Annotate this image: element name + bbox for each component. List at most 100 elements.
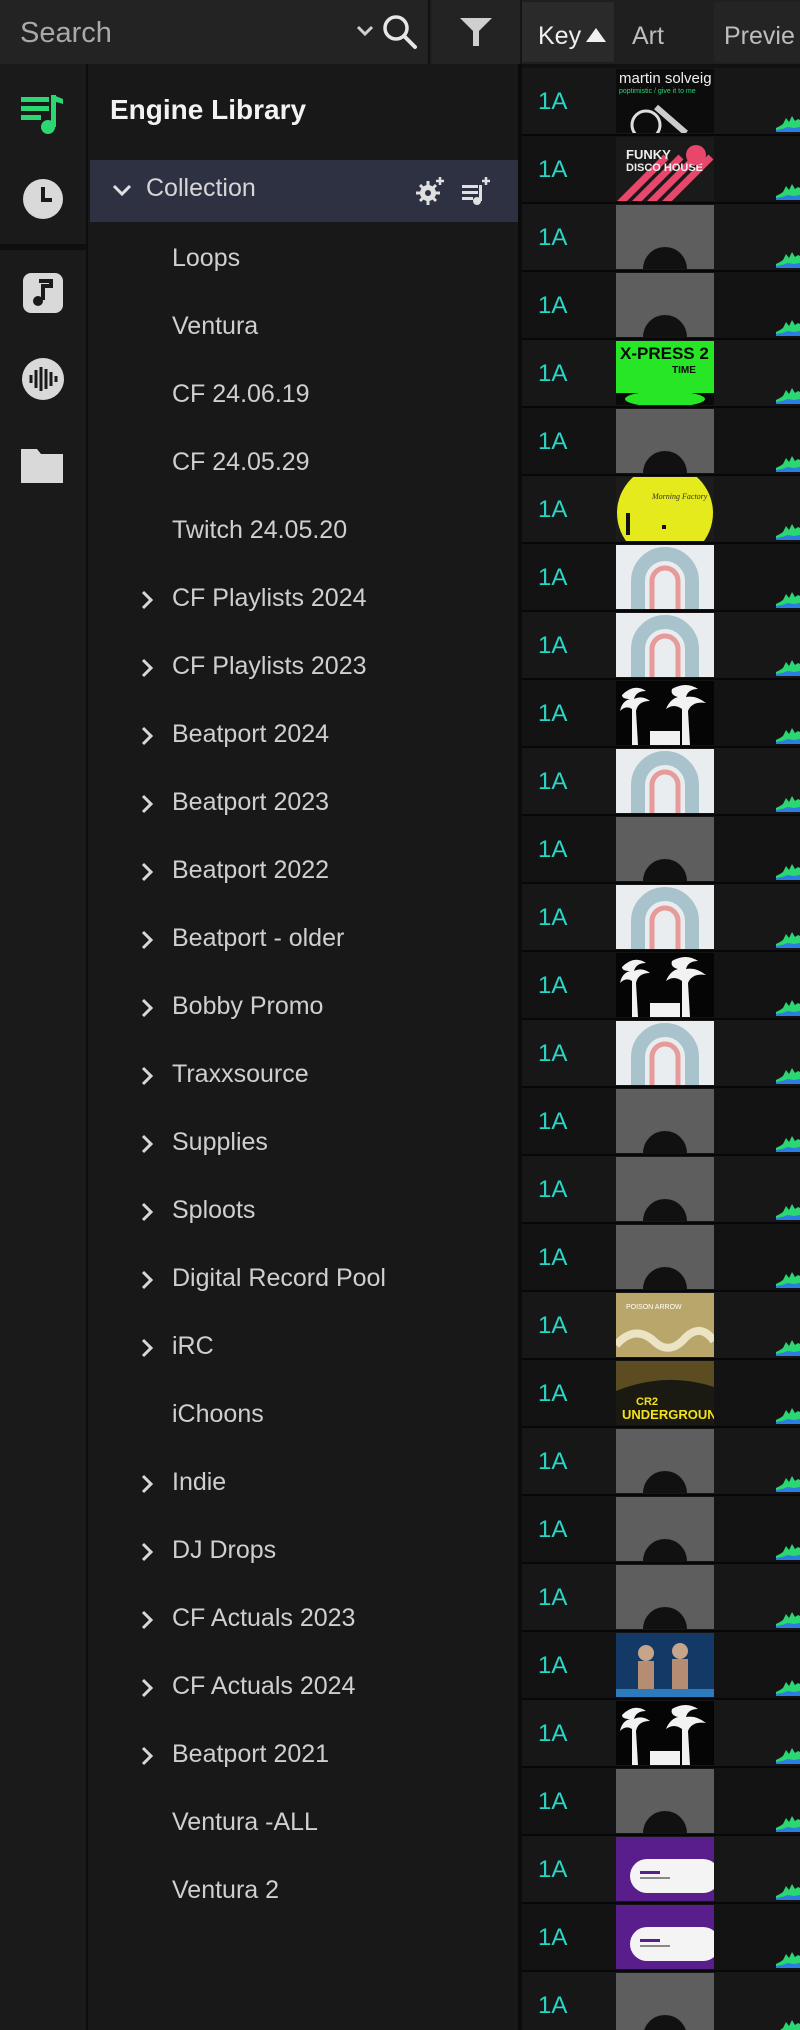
playlist-item[interactable]: Twitch 24.05.20 (88, 498, 518, 566)
waveform-preview[interactable] (776, 564, 800, 608)
track-row[interactable]: 1A Morning Factory (522, 476, 800, 544)
playlist-item[interactable]: CF Playlists 2024 (88, 566, 518, 634)
folder-view-button[interactable] (0, 422, 86, 508)
playlist-item[interactable]: Beatport 2024 (88, 702, 518, 770)
playlist-item[interactable]: Bobby Promo (88, 974, 518, 1042)
track-row[interactable]: 1A (522, 1972, 800, 2030)
track-row[interactable]: 1A (522, 1904, 800, 1972)
waveform-preview[interactable] (776, 1652, 800, 1696)
track-row[interactable]: 1A (522, 272, 800, 340)
add-playlist-icon[interactable] (460, 175, 492, 207)
track-row[interactable]: 1A (522, 1496, 800, 1564)
playlist-item[interactable]: CF Playlists 2023 (88, 634, 518, 702)
track-row[interactable]: 1A (522, 612, 800, 680)
waveform-preview[interactable] (776, 904, 800, 948)
column-header-art[interactable]: Art (616, 2, 706, 62)
track-row[interactable]: 1A martin solveig poptimistic / give it to… (522, 68, 800, 136)
waveform-preview[interactable] (776, 156, 800, 200)
waveform-preview[interactable] (776, 1584, 800, 1628)
history-view-button[interactable] (0, 156, 86, 242)
waveform-preview[interactable] (776, 1040, 800, 1084)
waveform-preview[interactable] (776, 1720, 800, 1764)
playlist-item[interactable]: Ventura -ALL (88, 1790, 518, 1858)
waveform-preview[interactable] (776, 768, 800, 812)
chevron-right-icon[interactable] (138, 1472, 156, 1496)
track-row[interactable]: 1A (522, 680, 800, 748)
playlist-item[interactable]: Sploots (88, 1178, 518, 1246)
chevron-right-icon[interactable] (138, 928, 156, 952)
chevron-right-icon[interactable] (138, 724, 156, 748)
playlist-item[interactable]: iRC (88, 1314, 518, 1382)
chevron-right-icon[interactable] (138, 1540, 156, 1564)
chevron-right-icon[interactable] (138, 588, 156, 612)
playlist-item[interactable]: Ventura 2 (88, 1858, 518, 1926)
chevron-right-icon[interactable] (138, 656, 156, 680)
track-row[interactable]: 1A (522, 1700, 800, 1768)
waveform-preview[interactable] (776, 1380, 800, 1424)
waveform-preview[interactable] (776, 428, 800, 472)
track-row[interactable]: 1A (522, 952, 800, 1020)
playlist-item[interactable]: CF 24.05.29 (88, 430, 518, 498)
waveform-preview[interactable] (776, 496, 800, 540)
track-row[interactable]: 1A (522, 408, 800, 476)
playlist-item[interactable]: Beatport 2023 (88, 770, 518, 838)
track-row[interactable]: 1A X-PRESS 2 TIME (522, 340, 800, 408)
column-header-preview[interactable]: Previe (714, 2, 800, 62)
chevron-right-icon[interactable] (138, 996, 156, 1020)
playlist-item[interactable]: Indie (88, 1450, 518, 1518)
track-row[interactable]: 1A (522, 1836, 800, 1904)
playlist-item[interactable]: Supplies (88, 1110, 518, 1178)
chevron-down-icon[interactable] (352, 18, 378, 44)
soundcloud-view-button[interactable] (0, 336, 86, 422)
track-row[interactable]: 1A CR2UNDERGROUND (522, 1360, 800, 1428)
playlist-item[interactable]: Beatport 2021 (88, 1722, 518, 1790)
gear-plus-icon[interactable] (414, 175, 446, 207)
playlist-item[interactable]: CF Actuals 2023 (88, 1586, 518, 1654)
track-row[interactable]: 1A FUNKY DISCO HOUSE (522, 136, 800, 204)
waveform-preview[interactable] (776, 1992, 800, 2030)
track-row[interactable]: 1A (522, 1020, 800, 1088)
playlist-item[interactable]: Loops (88, 226, 518, 294)
track-row[interactable]: 1A (522, 816, 800, 884)
waveform-preview[interactable] (776, 88, 800, 132)
chevron-right-icon[interactable] (138, 1132, 156, 1156)
search-icon[interactable] (380, 12, 420, 52)
playlist-item[interactable]: CF 24.06.19 (88, 362, 518, 430)
waveform-preview[interactable] (776, 1924, 800, 1968)
waveform-preview[interactable] (776, 292, 800, 336)
chevron-down-icon[interactable] (110, 178, 134, 202)
playlist-item[interactable]: iChoons (88, 1382, 518, 1450)
waveform-preview[interactable] (776, 1856, 800, 1900)
playlist-item[interactable]: Traxxsource (88, 1042, 518, 1110)
chevron-right-icon[interactable] (138, 1744, 156, 1768)
music-view-button[interactable] (0, 250, 86, 336)
chevron-right-icon[interactable] (138, 1200, 156, 1224)
track-row[interactable]: 1A (522, 1156, 800, 1224)
track-row[interactable]: 1A (522, 1428, 800, 1496)
waveform-preview[interactable] (776, 972, 800, 1016)
playlist-item[interactable]: Beatport - older (88, 906, 518, 974)
waveform-preview[interactable] (776, 1244, 800, 1288)
chevron-right-icon[interactable] (138, 1608, 156, 1632)
playlist-item[interactable]: DJ Drops (88, 1518, 518, 1586)
playlist-item[interactable]: Digital Record Pool (88, 1246, 518, 1314)
playlist-item[interactable]: Beatport 2022 (88, 838, 518, 906)
track-row[interactable]: 1A (522, 748, 800, 816)
waveform-preview[interactable] (776, 224, 800, 268)
track-row[interactable]: 1A (522, 1632, 800, 1700)
waveform-preview[interactable] (776, 632, 800, 676)
waveform-preview[interactable] (776, 700, 800, 744)
track-row[interactable]: 1A POISON ARROW (522, 1292, 800, 1360)
chevron-right-icon[interactable] (138, 1676, 156, 1700)
waveform-preview[interactable] (776, 1312, 800, 1356)
track-row[interactable]: 1A (522, 1224, 800, 1292)
column-header-key[interactable]: Key (522, 2, 614, 62)
waveform-preview[interactable] (776, 360, 800, 404)
track-row[interactable]: 1A (522, 1564, 800, 1632)
track-row[interactable]: 1A (522, 1768, 800, 1836)
waveform-preview[interactable] (776, 1176, 800, 1220)
waveform-preview[interactable] (776, 1516, 800, 1560)
playlist-item[interactable]: Ventura (88, 294, 518, 362)
waveform-preview[interactable] (776, 1448, 800, 1492)
collection-row[interactable]: Collection (90, 160, 518, 222)
